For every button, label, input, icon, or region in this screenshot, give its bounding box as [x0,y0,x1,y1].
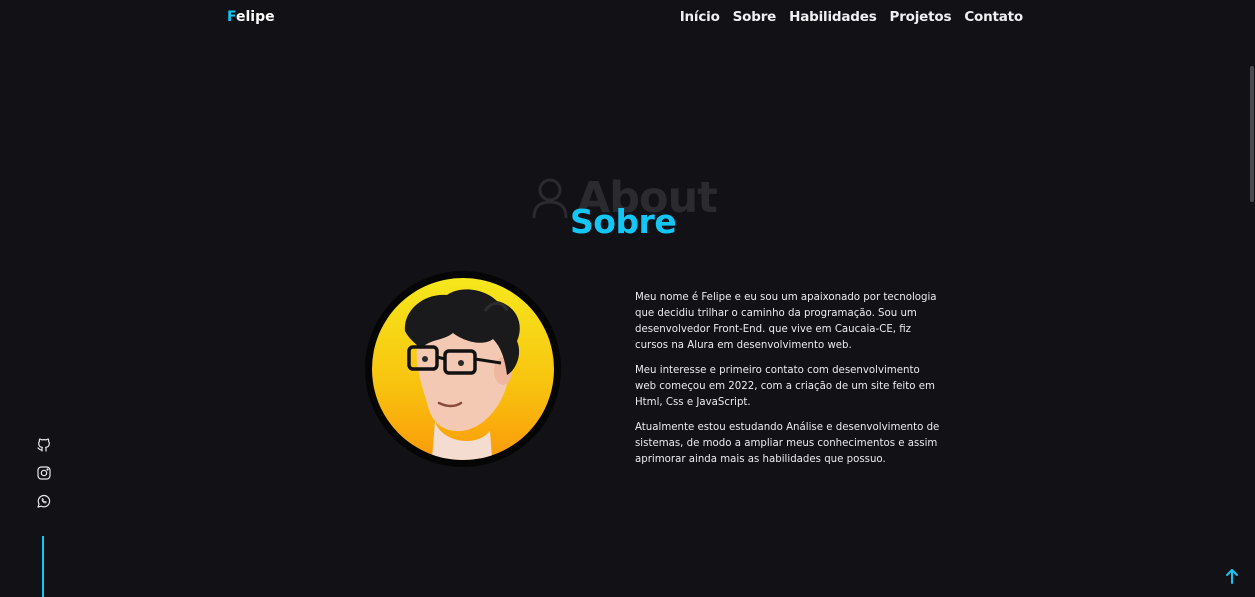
nav-item-contato[interactable]: Contato [964,9,1023,25]
arrow-up-icon[interactable] [1224,567,1240,585]
social-links [35,437,53,509]
about-paragraph: Atualmente estou estudando Análise e des… [635,422,940,465]
user-icon [532,178,568,218]
whatsapp-icon[interactable] [35,493,53,509]
instagram-icon[interactable] [35,465,53,481]
page: Felipe Início Sobre Habilidades Projetos… [0,0,1255,597]
logo[interactable]: Felipe [227,9,275,25]
avatar-illustration [372,278,554,460]
scrollbar-thumb[interactable] [1250,66,1254,202]
about-text: Meu nome é Felipe e eu sou um apaixonado… [635,290,940,477]
scrollbar[interactable] [1248,0,1255,597]
section-title: Sobre [570,202,677,241]
github-icon[interactable] [35,437,53,453]
nav-item-sobre[interactable]: Sobre [733,9,777,25]
logo-text: elipe [236,9,275,25]
social-divider-line [42,536,44,597]
about-paragraph: Meu nome é Felipe e eu sou um apaixonado… [635,292,937,351]
main-nav: Início Sobre Habilidades Projetos Contat… [680,9,1024,25]
nav-item-projetos[interactable]: Projetos [890,9,952,25]
nav-item-inicio[interactable]: Início [680,9,720,25]
logo-accent-letter: F [227,9,236,25]
avatar [365,271,561,467]
about-paragraph: Meu interesse e primeiro contato com des… [635,365,935,408]
nav-item-habilidades[interactable]: Habilidades [789,9,877,25]
